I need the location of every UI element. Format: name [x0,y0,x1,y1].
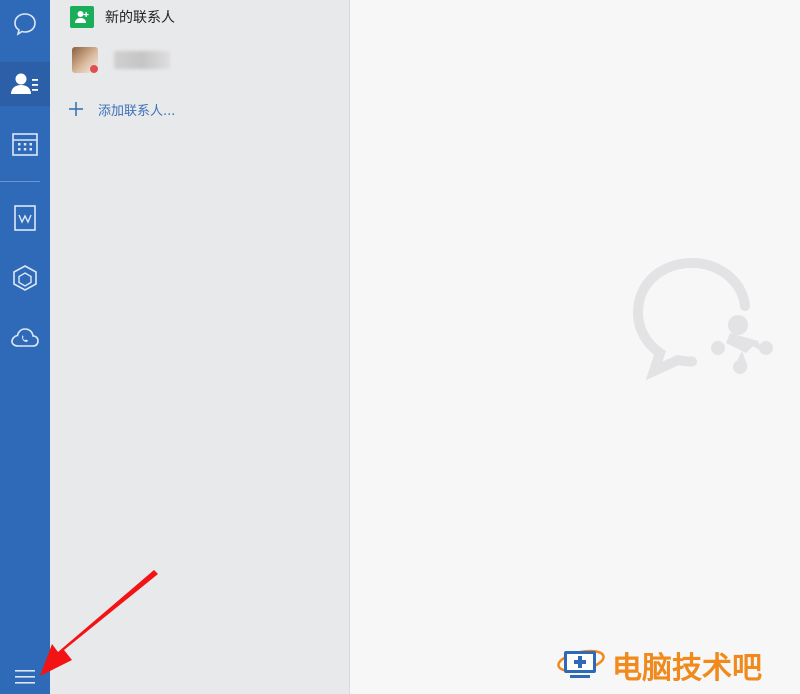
main-panel [350,0,800,694]
chat-bubble-icon [14,13,36,36]
add-contact-label: 添加联系人... [98,103,176,119]
document-icon [14,205,36,231]
add-contact-row[interactable]: 添加联系人... [50,98,349,120]
sidebar [0,0,50,694]
watermark-text: 电脑技术吧 [612,651,762,686]
contacts-panel: 新的联系人 添加联系人... [50,0,350,694]
contacts-icon [11,73,38,94]
blurred-contact-name [114,51,170,69]
contacts-button[interactable] [0,62,50,106]
workbench-button[interactable] [0,256,50,300]
box-icon [13,265,37,291]
new-contact-row[interactable]: 新的联系人 [50,5,349,29]
menu-button[interactable] [0,660,50,694]
monitor-logo-icon [557,649,605,678]
menu-icon [15,670,35,684]
cloud-phone-icon [11,328,39,347]
document-button[interactable] [0,196,50,240]
chat-button[interactable] [0,2,50,46]
wecom-logo-icon [632,258,773,381]
status-dot [90,65,98,73]
add-person-icon [70,6,94,28]
avatar [72,47,98,73]
plus-icon [68,101,84,117]
calendar-icon [12,133,38,156]
watermark: 电脑技术吧 [556,640,796,690]
new-contact-label: 新的联系人 [105,10,175,26]
calendar-button[interactable] [0,122,50,166]
sidebar-divider [0,181,40,182]
cloud-call-button[interactable] [0,316,50,360]
contact-row[interactable] [50,45,349,75]
